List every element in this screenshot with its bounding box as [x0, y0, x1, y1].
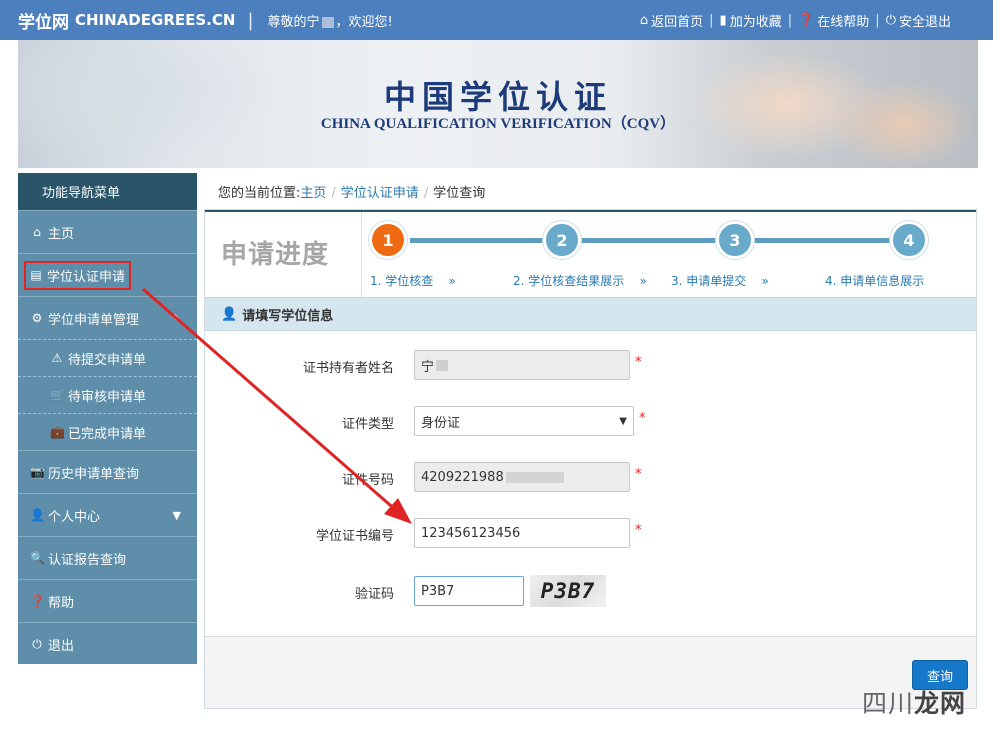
step-3: 3 [716, 221, 754, 259]
caret-down-icon: ▼ [619, 415, 627, 427]
user-icon: 👤 [221, 306, 238, 322]
sidebar-item-app-manage[interactable]: ⚙ 学位申请单管理 ✎ [18, 296, 197, 339]
banner: 中国学位认证 CHINA QUALIFICATION VERIFICATION（… [18, 40, 978, 168]
logout-link[interactable]: ⏻ 安全退出 [886, 11, 951, 30]
home-icon: ⌂ [33, 225, 41, 239]
progress-title: 申请进度 [221, 240, 330, 270]
help-icon: ❓ [30, 594, 45, 608]
help-icon: ❓ [798, 12, 815, 28]
bookmark-link[interactable]: ▮ 加为收藏 [720, 11, 782, 30]
sidebar-item-completed[interactable]: 💼 已完成申请单 [18, 413, 197, 450]
sidebar-item-pending-submit[interactable]: ⚠ 待提交申请单 [18, 339, 197, 376]
form-section-header: 👤 请填写学位信息 [205, 297, 976, 331]
step-1: 1 [369, 221, 407, 259]
document-icon: ▤ [30, 268, 42, 282]
step-4-label: 4. 申请单信息展示 [825, 274, 925, 288]
degree-cert-input[interactable]: 123456123456 [414, 518, 630, 548]
sidebar-item-home[interactable]: ⌂ 主页 [18, 210, 197, 253]
sidebar-item-history[interactable]: 📷 历史申请单查询 [18, 450, 197, 493]
sidebar: 功能导航菜单 ⌂ 主页 ▤ 学位认证申请 ⚙ 学位申请单管理 ✎ ⚠ 待提交申请单 🛒 待审… [18, 173, 197, 664]
top-links: ⌂ 返回首页 | ▮ 加为收藏 | ❓ 在线帮助 | ⏻ 安全退出 [639, 11, 951, 30]
breadcrumb-parent[interactable]: 学位认证申请 [341, 186, 419, 201]
pencil-icon: ✎ [171, 311, 181, 325]
breadcrumb-current: 学位查询 [433, 186, 486, 201]
captcha-label: 验证码 [354, 587, 394, 602]
sidebar-item-personal[interactable]: 👤 个人中心 ▼ [18, 493, 197, 536]
banner-title-en: CHINA QUALIFICATION VERIFICATION（CQV） [320, 116, 676, 132]
help-link[interactable]: ❓ 在线帮助 [798, 11, 869, 30]
warning-icon: ⚠ [51, 351, 63, 365]
gear-icon: ⚙ [31, 311, 43, 325]
user-icon: 👤 [30, 508, 45, 522]
id-number-label: 证件号码 [341, 473, 394, 488]
progress-track [410, 238, 915, 243]
sidebar-item-logout[interactable]: ⏻ 退出 [18, 622, 197, 665]
camera-icon: 📷 [30, 465, 45, 479]
step-2: 2 [543, 221, 581, 259]
captcha-input[interactable]: P3B7 [414, 576, 524, 606]
sidebar-item-report[interactable]: 🔍 认证报告查询 [18, 536, 197, 579]
home-link[interactable]: ⌂ 返回首页 [640, 11, 703, 30]
top-bar: 学位网 CHINADEGREES.CN | 尊敬的宁 ，欢迎您! ⌂ 返回首页 | … [0, 0, 993, 40]
masked-name [321, 16, 334, 28]
watermark: 四川龙网 [862, 689, 967, 718]
search-icon: 🔍 [30, 551, 45, 565]
sidebar-item-help[interactable]: ❓ 帮助 [18, 579, 197, 622]
greeting: 尊敬的宁 ，欢迎您! [267, 14, 393, 30]
step-4: 4 [890, 221, 928, 259]
id-type-select[interactable]: 身份证 ▼ [414, 406, 634, 436]
captcha-image[interactable]: P3B7 [530, 575, 606, 607]
sidebar-item-degree-apply[interactable]: ▤ 学位认证申请 [18, 253, 197, 296]
panel-footer [205, 636, 976, 708]
power-icon: ⏻ [32, 636, 42, 651]
sidebar-item-pending-review[interactable]: 🛒 待审核申请单 [18, 376, 197, 413]
breadcrumb-home[interactable]: 主页 [300, 186, 326, 201]
breadcrumb: 您的当前位置:主页 / 学位认证申请 / 学位查询 [218, 186, 486, 201]
progress-section: 申请进度 1 2 3 4 1. 学位核查 » 2. 学位核查结果展示 » 3. … [205, 212, 976, 297]
highlight-box: ▤ 学位认证申请 [24, 260, 132, 290]
id-type-label: 证件类型 [341, 417, 394, 432]
sidebar-header: 功能导航菜单 [18, 173, 197, 210]
degree-cert-label: 学位证书编号 [315, 529, 394, 544]
main-panel: 申请进度 1 2 3 4 1. 学位核查 » 2. 学位核查结果展示 » 3. … [204, 209, 977, 709]
topbar-separator: | [247, 9, 254, 31]
home-icon: ⌂ [639, 12, 649, 28]
step-3-label: 3. 申请单提交 » [671, 274, 769, 288]
holder-name-input[interactable]: 宁 [414, 350, 630, 380]
holder-name-label: 证书持有者姓名 [302, 361, 394, 376]
site-logo[interactable]: 学位网 [18, 8, 69, 33]
briefcase-icon: 💼 [50, 425, 65, 439]
step-1-label: 1. 学位核查 » [370, 274, 456, 288]
cart-icon: 🛒 [50, 388, 65, 402]
id-number-input[interactable]: 4209221988 [414, 462, 630, 492]
step-2-label: 2. 学位核查结果展示 » [513, 274, 647, 288]
site-logo-en[interactable]: CHINADEGREES.CN [75, 11, 235, 29]
bookmark-icon: ▮ [719, 12, 727, 28]
power-icon: ⏻ [885, 12, 896, 28]
chevron-down-icon: ▼ [172, 508, 181, 522]
